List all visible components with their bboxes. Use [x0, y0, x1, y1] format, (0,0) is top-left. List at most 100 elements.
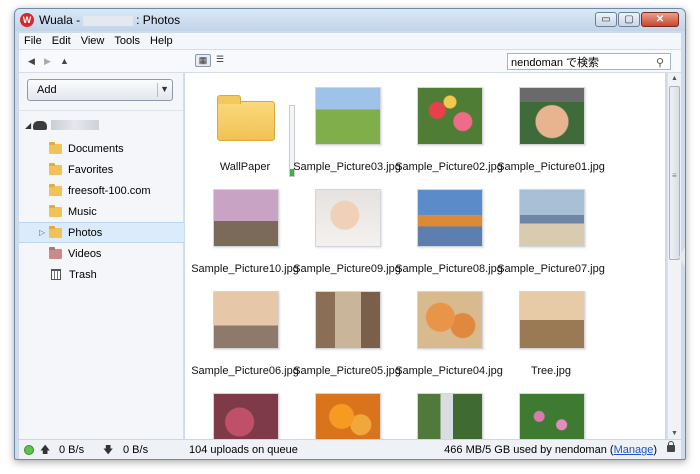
- chevron-down-icon[interactable]: ▼: [160, 84, 169, 94]
- file-tile[interactable]: Sample_Picture05.jpg: [293, 291, 401, 389]
- sidebar-item-label: Documents: [68, 142, 124, 155]
- scroll-down-icon[interactable]: ▼: [669, 430, 680, 437]
- file-tile[interactable]: Sample_Picture08.jpg: [395, 189, 503, 287]
- folder-icon: [49, 225, 62, 238]
- trash-icon: [51, 269, 61, 280]
- file-tile[interactable]: Sample_Picture10.jpg: [191, 189, 299, 287]
- wuala-logo-icon: W: [20, 13, 34, 27]
- image-thumbnail: [417, 189, 483, 247]
- menu-tools[interactable]: Tools: [109, 35, 145, 47]
- menu-file[interactable]: File: [19, 35, 47, 47]
- file-name: Sample_Picture04.jpg: [395, 365, 503, 377]
- file-tile[interactable]: Sample_Picture03.jpg: [293, 87, 401, 185]
- list-view-icon[interactable]: ☰: [212, 54, 228, 67]
- file-tile[interactable]: Sample_Picture09.jpg: [293, 189, 401, 287]
- minimize-button[interactable]: ▭: [595, 12, 617, 27]
- file-tile[interactable]: Sample_Picture06.jpg: [191, 291, 299, 389]
- expand-triangle-icon[interactable]: ▷: [39, 228, 45, 237]
- scrollbar-thumb[interactable]: ≡: [669, 86, 680, 260]
- file-name: Sample_Picture01.jpg: [497, 161, 605, 173]
- sidebar-divider: [19, 110, 183, 111]
- folder-icon: [49, 204, 62, 217]
- collapse-triangle-icon[interactable]: ◢: [25, 121, 33, 130]
- download-rate: 0 B/s: [123, 444, 149, 456]
- add-button[interactable]: Add ▼: [27, 79, 173, 101]
- image-thumbnail: [315, 393, 381, 439]
- file-tile-wallpaper[interactable]: WallPaper: [195, 87, 295, 185]
- grid-view-icon[interactable]: ▦: [195, 54, 211, 67]
- image-thumbnail: [213, 291, 279, 349]
- app-window: W Wuala -: Photos ▭ ▢ ✕ File Edit View T…: [14, 8, 686, 460]
- title-bar[interactable]: W Wuala -: Photos ▭ ▢ ✕: [15, 9, 685, 31]
- file-tile[interactable]: [399, 393, 499, 439]
- menu-bar: File Edit View Tools Help: [19, 33, 681, 50]
- image-thumbnail: [519, 189, 585, 247]
- file-name: Sample_Picture09.jpg: [293, 263, 401, 275]
- sidebar-item-music[interactable]: Music: [19, 201, 184, 222]
- storage-usage: 466 MB/5 GB used by nendoman (Manage): [444, 444, 657, 456]
- close-button[interactable]: ✕: [641, 12, 679, 27]
- file-tile[interactable]: [297, 393, 397, 439]
- sidebar-item-trash[interactable]: Trash: [19, 264, 184, 285]
- file-tile[interactable]: Tree.jpg: [501, 291, 601, 389]
- window-title: Wuala -: Photos: [39, 13, 180, 27]
- image-thumbnail: [417, 291, 483, 349]
- toolbar: ◀ ▶ ▲ ▦ ☰ ⚲: [19, 50, 681, 73]
- maximize-button[interactable]: ▢: [618, 12, 640, 27]
- file-grid: WallPaper Sample_Picture03.jpg Sample_Pi…: [185, 73, 665, 439]
- search-icon[interactable]: ⚲: [656, 56, 664, 69]
- up-arrow-icon[interactable]: ▲: [60, 56, 69, 66]
- file-tile[interactable]: Sample_Picture02.jpg: [395, 87, 503, 185]
- file-name: Sample_Picture05.jpg: [293, 365, 401, 377]
- file-tile[interactable]: Sample_Picture01.jpg: [497, 87, 605, 185]
- file-name: Tree.jpg: [531, 365, 571, 377]
- status-bar: 🡅 0 B/s 🡇 0 B/s 104 uploads on queue 466…: [19, 439, 681, 459]
- forward-arrow-icon[interactable]: ▶: [44, 56, 51, 67]
- side-panel-handle[interactable]: [679, 247, 685, 267]
- image-thumbnail: [315, 291, 381, 349]
- file-name: Sample_Picture06.jpg: [191, 365, 299, 377]
- sidebar-item-label: freesoft-100.com: [68, 184, 151, 197]
- image-thumbnail: [417, 87, 483, 145]
- menu-help[interactable]: Help: [145, 35, 178, 47]
- sidebar-item-label: Trash: [69, 268, 97, 281]
- file-tile[interactable]: Sample_Picture07.jpg: [497, 189, 605, 287]
- download-arrow-icon: 🡇: [103, 445, 114, 456]
- add-button-divider: [157, 83, 158, 97]
- storage-usage-close: ): [653, 444, 657, 456]
- sidebar: Add ▼ ◢ Documents Favorites freesoft-100…: [19, 73, 184, 439]
- file-name: Sample_Picture10.jpg: [191, 263, 299, 275]
- file-name: Sample_Picture03.jpg: [293, 161, 401, 173]
- menu-view[interactable]: View: [76, 35, 110, 47]
- sidebar-item-photos[interactable]: ▷ Photos: [19, 222, 184, 243]
- back-arrow-icon[interactable]: ◀: [28, 56, 35, 67]
- image-thumbnail: [519, 291, 585, 349]
- blurred-username: [83, 15, 134, 26]
- upload-queue-status: 104 uploads on queue: [189, 444, 298, 456]
- tree-root-account[interactable]: ◢: [25, 118, 99, 132]
- sidebar-item-freesoft[interactable]: freesoft-100.com: [19, 180, 184, 201]
- lock-icon: [667, 441, 675, 452]
- sidebar-item-label: Photos: [68, 226, 103, 239]
- search-box: ⚲: [507, 53, 671, 70]
- file-tile[interactable]: Sample_Picture04.jpg: [395, 291, 503, 389]
- file-name: Sample_Picture07.jpg: [497, 263, 605, 275]
- window-app-name: Wuala -: [39, 13, 81, 27]
- menu-edit[interactable]: Edit: [47, 35, 76, 47]
- sidebar-item-documents[interactable]: Documents: [19, 138, 184, 159]
- grip-icon: ≡: [672, 171, 677, 180]
- file-tile[interactable]: [501, 393, 601, 439]
- cloud-icon: [33, 120, 47, 130]
- add-button-label: Add: [37, 84, 57, 96]
- online-status-icon: [24, 445, 34, 455]
- storage-usage-text: 466 MB/5 GB used by nendoman (: [444, 444, 614, 456]
- search-input[interactable]: [508, 54, 648, 69]
- manage-link[interactable]: Manage: [614, 444, 654, 456]
- sidebar-item-favorites[interactable]: Favorites: [19, 159, 184, 180]
- scroll-up-icon[interactable]: ▲: [669, 75, 680, 82]
- file-tile[interactable]: [195, 393, 295, 439]
- file-name: Sample_Picture08.jpg: [395, 263, 503, 275]
- sidebar-item-videos[interactable]: Videos: [19, 243, 184, 264]
- upload-arrow-icon: 🡅: [40, 445, 51, 456]
- image-thumbnail: [315, 189, 381, 247]
